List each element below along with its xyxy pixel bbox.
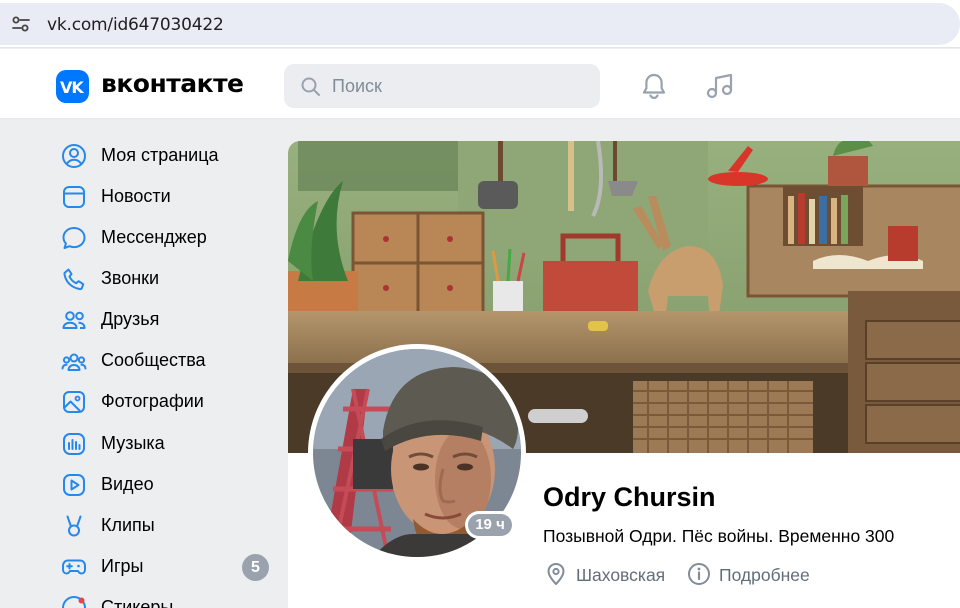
message-bubble-icon (62, 227, 86, 249)
phone-icon (63, 268, 85, 291)
sidebar-item-friends[interactable]: Друзья (52, 300, 278, 338)
music-icon (63, 433, 85, 455)
search-icon (301, 77, 320, 96)
notifications-bell-icon[interactable] (638, 70, 670, 102)
sidebar-item-news[interactable]: Новости (52, 177, 278, 215)
sidebar-item-label: Звонки (101, 268, 160, 288)
sidebar-item-my-page[interactable]: Моя страница (52, 136, 278, 174)
friends-icon (62, 311, 86, 329)
news-feed-icon (63, 186, 85, 208)
profile-meta-row: Шаховская Подробнее (543, 560, 943, 588)
sidebar-item-label: Фотографии (101, 391, 204, 411)
music-player-icon[interactable] (704, 70, 736, 102)
location-pin-icon (547, 563, 565, 585)
sidebar-item-calls[interactable]: Звонки (52, 259, 278, 297)
sidebar-item-label: Моя страница (101, 145, 219, 165)
sidebar-item-label: Видео (101, 474, 154, 494)
sidebar-item-video[interactable]: Видео (52, 465, 278, 503)
profile-status: Позывной Одри. Пёс войны. Временно 300 (543, 526, 895, 546)
communities-icon (61, 353, 87, 371)
vk-header: VK вконтакте (0, 49, 960, 119)
vk-logo-icon[interactable]: VK (56, 70, 89, 103)
info-circle-icon (688, 563, 710, 585)
stickers-icon (62, 596, 86, 608)
details-text[interactable]: Подробнее (719, 565, 810, 586)
gamepad-icon (62, 559, 86, 575)
video-icon (63, 474, 85, 496)
sidebar-item-games[interactable]: Игры 5 (52, 547, 278, 585)
location-item: Шаховская (543, 560, 678, 588)
sidebar-item-label: Мессенджер (101, 227, 207, 247)
left-sidebar: Моя страница Новости Мессенджер Звонки Д… (0, 120, 288, 608)
sidebar-item-photos[interactable]: Фотографии (52, 382, 278, 420)
photo-icon (63, 391, 85, 413)
vk-wordmark[interactable]: вконтакте (101, 69, 244, 98)
address-field[interactable]: vk.com/id647030422 (0, 3, 960, 45)
browser-address-bar: vk.com/id647030422 (0, 0, 960, 48)
details-link[interactable]: Подробнее (686, 560, 826, 588)
games-counter-badge: 5 (242, 554, 269, 581)
sidebar-item-messenger[interactable]: Мессенджер (52, 218, 278, 256)
sidebar-item-label: Игры (101, 556, 144, 576)
sidebar-item-clips[interactable]: Клипы (52, 506, 278, 544)
site-settings-icon[interactable] (9, 12, 33, 36)
sidebar-item-communities[interactable]: Сообщества (52, 341, 278, 379)
last-seen-text: 19 ч (468, 514, 512, 536)
profile-name: Odry Chursin (543, 482, 716, 512)
search-box[interactable] (284, 64, 600, 108)
location-text: Шаховская (576, 565, 666, 585)
sidebar-item-label: Друзья (101, 309, 160, 329)
sidebar-item-label: Сообщества (101, 350, 206, 370)
sidebar-item-label: Музыка (101, 433, 165, 453)
sidebar-item-label: Клипы (101, 515, 155, 535)
sidebar-item-label: Стикеры (101, 597, 174, 608)
search-input[interactable] (332, 64, 582, 108)
sidebar-item-stickers[interactable]: Стикеры (52, 588, 278, 608)
sidebar-item-music[interactable]: Музыка (52, 424, 278, 462)
clips-icon (66, 515, 82, 537)
last-seen-badge: 19 ч (465, 511, 515, 539)
url-text[interactable]: vk.com/id647030422 (47, 15, 224, 35)
user-circle-icon (62, 144, 86, 168)
sidebar-item-label: Новости (101, 186, 171, 206)
